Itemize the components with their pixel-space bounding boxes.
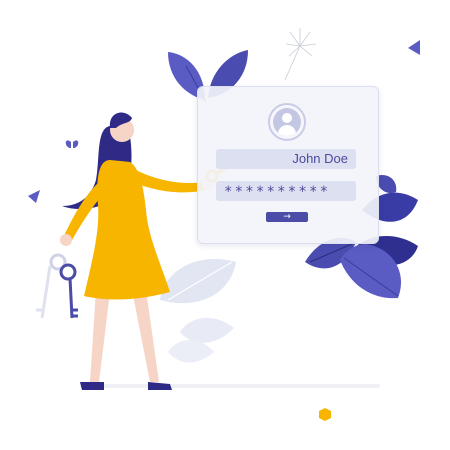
- arrow-right-icon: →: [283, 212, 291, 222]
- username-value: John Doe: [292, 151, 348, 166]
- submit-button[interactable]: →: [266, 212, 308, 222]
- password-value: **********: [224, 184, 331, 200]
- keys-icon: [36, 253, 78, 319]
- butterfly: [65, 140, 79, 148]
- illustration-scene: John Doe ********** →: [0, 0, 450, 450]
- hexagon-decor: [319, 408, 331, 421]
- triangle-decor-left: [28, 190, 40, 203]
- ground-shadow: [80, 384, 380, 388]
- triangle-decor: [408, 40, 420, 55]
- password-field[interactable]: **********: [216, 181, 356, 201]
- pale-leaf: [160, 259, 236, 363]
- username-field[interactable]: John Doe: [216, 149, 356, 169]
- login-card: John Doe ********** →: [197, 86, 379, 244]
- dandelion: [284, 28, 317, 81]
- user-icon: [268, 103, 306, 141]
